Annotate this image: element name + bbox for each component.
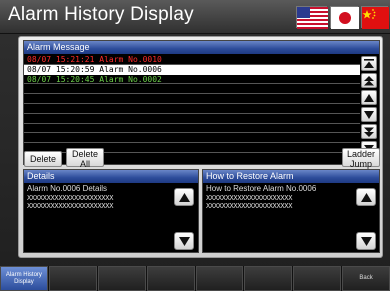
scroll-top-button[interactable] <box>361 56 377 71</box>
alarm-row[interactable] <box>24 84 360 95</box>
double-down-icon <box>364 127 374 137</box>
page-up-button[interactable] <box>361 73 377 88</box>
arrow-up-icon <box>178 192 190 202</box>
arrow-up-icon <box>364 93 374 102</box>
restore-header: How to Restore Alarm <box>203 170 379 183</box>
alarm-row[interactable] <box>24 94 360 104</box>
title-bar: Alarm History Display <box>0 0 390 34</box>
details-line: XXXXXXXXXXXXXXXXXXXXXX <box>27 202 114 210</box>
alarm-message-list: Alarm Message 08/07 15:21:21 Alarm No.00… <box>23 40 380 165</box>
arrow-up-icon <box>360 192 372 202</box>
alarm-row[interactable]: 08/07 15:21:21 Alarm No.0010 <box>24 55 360 65</box>
fkey-3[interactable] <box>97 266 146 291</box>
alarm-row[interactable] <box>24 133 360 144</box>
alarm-row[interactable] <box>24 104 360 114</box>
fkey-6[interactable] <box>244 266 293 291</box>
details-line: XXXXXXXXXXXXXXXXXXXXXX <box>27 193 114 202</box>
restore-scroll-down-button[interactable] <box>356 232 376 250</box>
delete-all-label-line1: Delete <box>71 149 98 159</box>
restore-line: XXXXXXXXXXXXXXXXXXXXXX <box>206 193 293 202</box>
details-scroll-up-button[interactable] <box>174 188 194 206</box>
details-line: Alarm No.0006 Details <box>27 184 108 193</box>
restore-panel: How to Restore Alarm How to Restore Alar… <box>202 169 380 253</box>
main-panel: Alarm Message 08/07 15:21:21 Alarm No.00… <box>18 36 383 258</box>
double-up-icon <box>364 75 374 85</box>
scroll-up-button[interactable] <box>361 90 377 105</box>
alarm-row[interactable]: 08/07 15:20:59 Alarm No.0006 <box>24 64 360 75</box>
alarm-row[interactable]: 08/07 15:20:45 Alarm No.0002 <box>24 75 360 85</box>
fkey-4[interactable] <box>146 266 195 291</box>
delete-button[interactable]: Delete <box>24 151 62 167</box>
ladder-jump-button[interactable]: Ladder Jump <box>342 148 380 169</box>
fkey-alarm-history[interactable]: Alarm History Display <box>0 266 48 291</box>
alarm-list-header: Alarm Message <box>24 41 379 54</box>
details-header: Details <box>24 170 198 183</box>
details-text: Alarm No.0006 Details XXXXXXXXXXXXXXXXXX… <box>27 184 114 211</box>
page-title: Alarm History Display <box>8 4 194 25</box>
flag-usa-icon[interactable] <box>296 6 328 29</box>
alarm-row[interactable] <box>24 114 360 124</box>
details-scroll-down-button[interactable] <box>174 232 194 250</box>
delete-all-button[interactable]: Delete All <box>66 148 104 169</box>
arrow-down-icon <box>364 110 374 119</box>
restore-scroll-up-button[interactable] <box>356 188 376 206</box>
details-panel: Details Alarm No.0006 Details XXXXXXXXXX… <box>23 169 199 253</box>
ladder-label-line1: Ladder <box>346 149 376 159</box>
delete-all-label-line2: All <box>79 159 90 169</box>
restore-line: How to Restore Alarm No.0006 <box>206 184 317 193</box>
fkey-5[interactable] <box>195 266 244 291</box>
page-down-button[interactable] <box>361 124 377 139</box>
arrow-down-icon <box>360 236 372 246</box>
scroll-down-button[interactable] <box>361 107 377 122</box>
flag-japan-icon[interactable] <box>330 6 359 29</box>
ladder-label-line2: Jump <box>349 159 372 169</box>
alarm-row[interactable] <box>24 124 360 134</box>
fkey-label-line2: Display <box>14 278 34 285</box>
hmi-screen: Alarm History Display Alarm Message 08/0… <box>0 0 390 291</box>
fkey-label-line1: Alarm History <box>5 271 42 278</box>
flag-china-icon[interactable] <box>361 6 389 29</box>
function-key-bar: Alarm History Display Back <box>0 266 390 291</box>
scroll-top-icon <box>364 58 374 68</box>
fkey-7[interactable] <box>293 266 342 291</box>
restore-line: XXXXXXXXXXXXXXXXXXXXXX <box>206 202 293 210</box>
fkey-2[interactable] <box>48 266 97 291</box>
fkey-back[interactable]: Back <box>342 266 390 291</box>
arrow-down-icon <box>178 236 190 246</box>
restore-text: How to Restore Alarm No.0006 XXXXXXXXXXX… <box>206 184 317 211</box>
